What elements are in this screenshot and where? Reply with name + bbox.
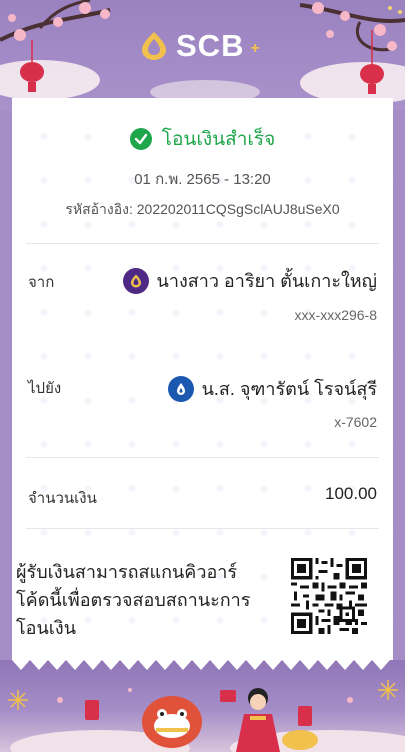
verification-qr-code[interactable] (291, 558, 367, 634)
ktb-icon (167, 375, 194, 402)
festive-footer-decoration (0, 660, 405, 752)
sender-info: นางสาว อาริยา ตั้นเกาะใหญ่ (122, 266, 377, 295)
divider (26, 457, 379, 458)
to-label: ไปยัง (28, 380, 62, 397)
chinese-new-year-illustration (8, 660, 405, 752)
divider (26, 528, 379, 529)
scb-icon (122, 267, 149, 294)
recipient-info: น.ส. จุฑารัตน์ โรจน์สุรี (167, 374, 377, 403)
reference-number: รหัสอ้างอิง: 202202011CQSgSclAUJ8uSeX0 (65, 201, 340, 217)
recipient-name: น.ส. จุฑารัตน์ โรจน์สุรี (201, 379, 377, 399)
scb-logo: SCB + (138, 26, 260, 66)
qr-code-icon (291, 558, 367, 634)
sender-account: xxx-xxx296-8 (294, 307, 377, 323)
header-banner: SCB + (0, 0, 405, 110)
success-check-icon (129, 128, 152, 150)
transfer-datetime: 01 ก.พ. 2565 - 13:20 (134, 171, 271, 188)
recipient-account: x-7602 (334, 414, 377, 430)
brand-name: SCB (176, 28, 245, 63)
sender-name: นางสาว อาริยา ตั้นเกาะใหญ่ (156, 271, 377, 291)
brand-suffix: + (250, 40, 260, 57)
amount-value: 100.00 (325, 484, 377, 503)
transfer-status: โอนเงินสำเร็จ (12, 124, 393, 154)
scb-logo-icon (142, 32, 166, 60)
amount-label: จำนวนเงิน (28, 490, 97, 507)
divider (26, 243, 379, 244)
from-label: จาก (28, 274, 55, 291)
qr-instruction-text: ผู้รับเงินสามารถสแกนคิวอาร์โค้ดนี้เพื่อต… (16, 562, 251, 638)
status-text: โอนเงินสำเร็จ (161, 128, 276, 150)
